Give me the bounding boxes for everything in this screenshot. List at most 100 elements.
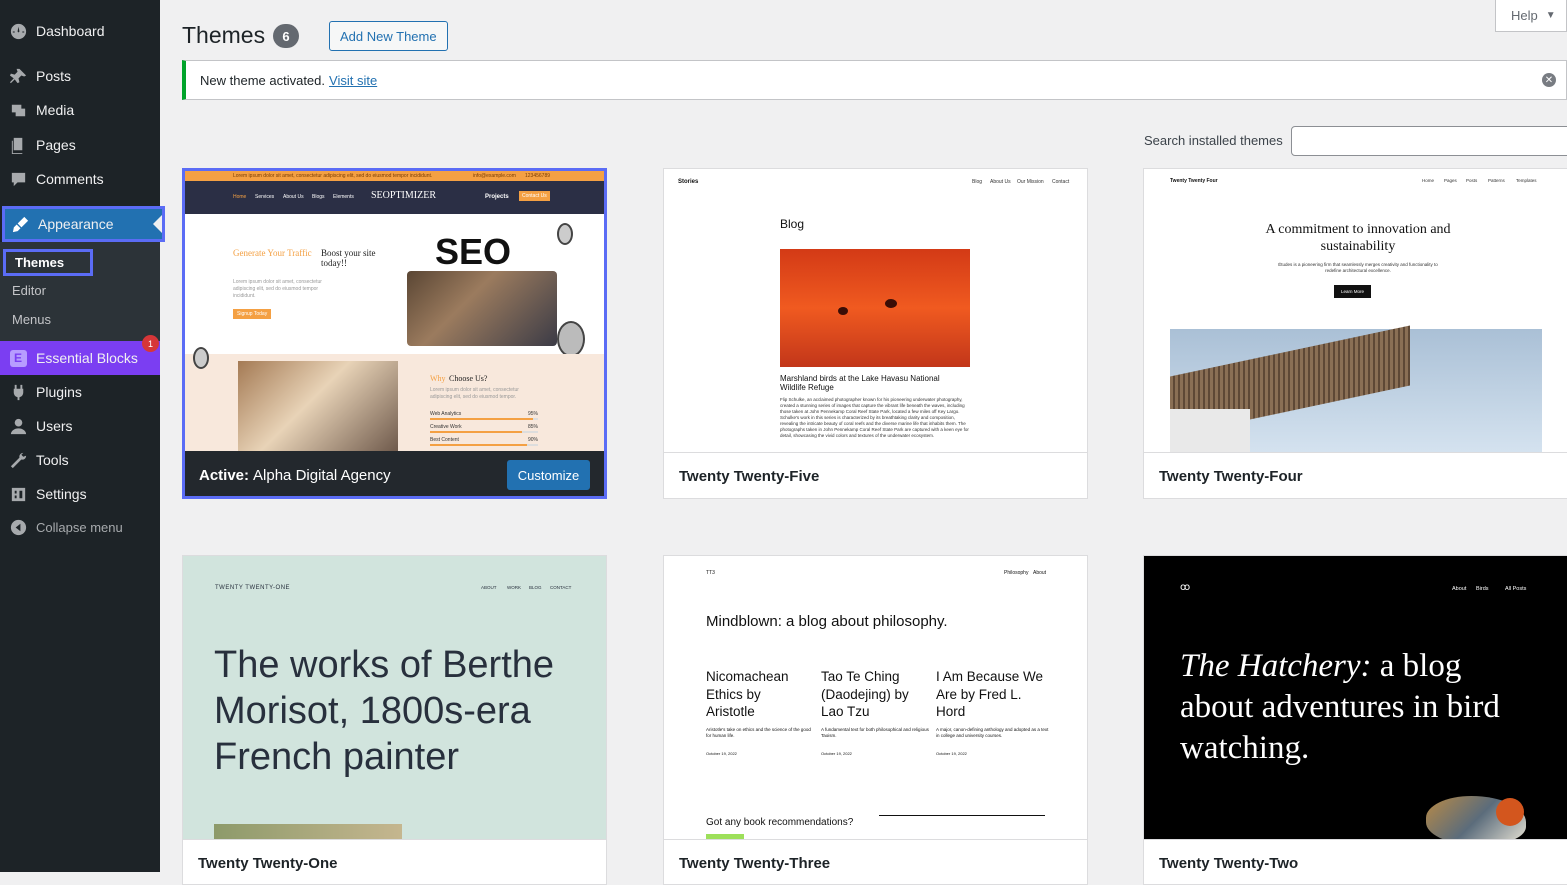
skill-bar-fill: [430, 431, 522, 433]
menu-dashboard[interactable]: Dashboard: [0, 14, 160, 48]
preview-site-title: Twenty Twenty Four: [1170, 178, 1218, 184]
preview-heading: The works of Berthe Morisot, 1800s-era F…: [214, 644, 555, 778]
preview-nav: Patterns: [1488, 178, 1505, 183]
menu-essential-blocks[interactable]: E Essential Blocks: [0, 341, 160, 375]
skill-bar-value: 95%: [528, 411, 539, 417]
theme-card-active[interactable]: Lorem ipsum dolor sit amet, consectetur …: [182, 168, 607, 499]
visit-site-link[interactable]: Visit site: [329, 73, 377, 88]
theme-name: Twenty Twenty-Three: [664, 839, 1087, 884]
preview-projects: Projects: [485, 194, 509, 200]
caret-down-icon: ▼: [1545, 10, 1556, 21]
comments-icon: [0, 170, 36, 189]
theme-card[interactable]: TWENTY TWENTY-ONE ABOUT WORK BLOG CONTAC…: [182, 555, 607, 885]
menu-users[interactable]: Users: [0, 409, 160, 443]
preview-nav: BLOG: [529, 585, 542, 590]
preview-phone: 123456789: [525, 173, 551, 179]
skill-bar-track: [430, 431, 538, 433]
menu-settings[interactable]: Settings: [0, 477, 160, 511]
preview-post-excerpt: Aristotle's take on ethics and the scien…: [706, 727, 811, 738]
preview-why-accent: Why: [430, 374, 446, 383]
preview-learn-more-button: Learn More: [1334, 285, 1372, 298]
search-themes-input[interactable]: [1291, 126, 1567, 156]
menu-label: Tools: [36, 452, 69, 468]
wrench-icon: [0, 451, 36, 470]
theme-card[interactable]: Stories Blog About Us Our Mission Contac…: [663, 168, 1088, 499]
active-label: Active:: [199, 466, 250, 484]
preview-hero-body: Lorem ipsum dolor sit amet, consectetur …: [233, 279, 322, 299]
theme-count-badge: 6: [273, 24, 299, 48]
preview-nav: Services: [255, 194, 275, 200]
preview-nav: About Us: [990, 179, 1011, 185]
dismiss-icon[interactable]: ✕: [1542, 73, 1556, 87]
preview-site-title: TWENTY TWENTY-ONE: [215, 585, 291, 591]
essential-blocks-icon: E: [9, 349, 27, 367]
menu-appearance[interactable]: Appearance: [2, 206, 165, 242]
preview-post-title: I Am Because We Are by Fred L. Hord: [936, 669, 1044, 719]
help-label: Help: [1511, 8, 1538, 23]
active-theme-bar: Active: Alpha Digital Agency Customize: [185, 451, 604, 496]
menu-label: Plugins: [36, 384, 82, 400]
skill-bar-label: Web Analytics: [430, 411, 462, 417]
collapse-menu-button[interactable]: Collapse menu: [0, 510, 160, 544]
users-icon: [0, 417, 36, 436]
menu-pages[interactable]: Pages: [0, 128, 160, 162]
menu-label: Essential Blocks: [36, 350, 138, 366]
preview-blob-decoration: [193, 347, 209, 369]
preview-nav: ABOUT: [481, 585, 497, 590]
bird-illustration: [1396, 784, 1536, 839]
theme-name: Twenty Twenty-Two: [1144, 839, 1567, 884]
preview-logo: SEOPTIMIZER: [371, 190, 436, 201]
preview-painting: [214, 824, 402, 839]
preview-post-excerpt: A fundamental text for both philosophica…: [821, 727, 929, 738]
theme-name: Twenty Twenty-One: [183, 839, 606, 884]
menu-media[interactable]: Media: [0, 93, 160, 127]
pin-icon: [0, 67, 36, 86]
preview-nav: About: [1452, 586, 1467, 592]
submenu-editor[interactable]: Editor: [12, 283, 46, 298]
settings-icon: [0, 485, 36, 504]
preview-heading: Blog: [780, 217, 805, 231]
skill-bar-value: 90%: [528, 437, 539, 443]
preview-blob-decoration: [557, 223, 573, 245]
theme-screenshot: TT3 Philosophy About Mindblown: a blog a…: [664, 556, 1087, 839]
menu-plugins[interactable]: Plugins: [0, 375, 160, 409]
preview-nav: Elements: [333, 194, 354, 200]
skill-bar-track: [430, 444, 538, 446]
theme-card[interactable]: Twenty Twenty Four Home Pages Posts Patt…: [1143, 168, 1567, 499]
menu-posts[interactable]: Posts: [0, 59, 160, 93]
preview-post-title: Tao Te Ching (Daodejing) by Lao Tzu: [821, 669, 909, 719]
preview-post-date: October 19, 2022: [821, 751, 852, 756]
preview-nav: Birds: [1476, 586, 1489, 592]
help-tab-button[interactable]: Help ▼: [1495, 0, 1567, 32]
preview-nav: All Posts: [1505, 586, 1527, 592]
submenu-menus[interactable]: Menus: [12, 312, 51, 327]
theme-card[interactable]: ꝏ About Birds All Posts The Hatchery: a …: [1143, 555, 1567, 885]
brush-icon: [2, 215, 38, 234]
preview-desk-photo: [238, 361, 398, 451]
preview-architecture-photo: [1170, 325, 1542, 452]
add-new-theme-button[interactable]: Add New Theme: [329, 21, 448, 51]
menu-comments[interactable]: Comments: [0, 162, 160, 196]
preview-nav: CONTACT: [550, 585, 572, 590]
menu-tools[interactable]: Tools: [0, 443, 160, 477]
preview-hero-rest: Boost your site today!!: [321, 248, 376, 268]
theme-screenshot: Twenty Twenty Four Home Pages Posts Patt…: [1144, 169, 1567, 452]
preview-nav: WORK: [507, 585, 521, 590]
preview-site-title: Stories: [678, 179, 699, 185]
theme-card[interactable]: TT3 Philosophy About Mindblown: a blog a…: [663, 555, 1088, 885]
collapse-label: Collapse menu: [36, 519, 123, 535]
site-logo-icon: ꝏ: [1180, 582, 1191, 593]
plugins-icon: [0, 383, 36, 402]
preview-post-date: October 19, 2022: [706, 751, 737, 756]
menu-label: Media: [36, 102, 75, 118]
preview-post-title: Nicomachean Ethics by Aristotle: [706, 669, 789, 719]
skill-bar-label: Creative Work: [430, 424, 462, 430]
preview-body: Flip Schulke, an acclaimed photographer …: [780, 397, 969, 438]
preview-heading: A commitment to innovation and sustainab…: [1265, 222, 1451, 254]
menu-label: Dashboard: [36, 23, 105, 39]
submenu-themes[interactable]: Themes: [3, 249, 93, 276]
customize-button[interactable]: Customize: [507, 460, 590, 490]
media-icon: [0, 101, 36, 120]
theme-name: Alpha Digital Agency: [253, 466, 391, 484]
dashboard-icon: [0, 22, 36, 41]
